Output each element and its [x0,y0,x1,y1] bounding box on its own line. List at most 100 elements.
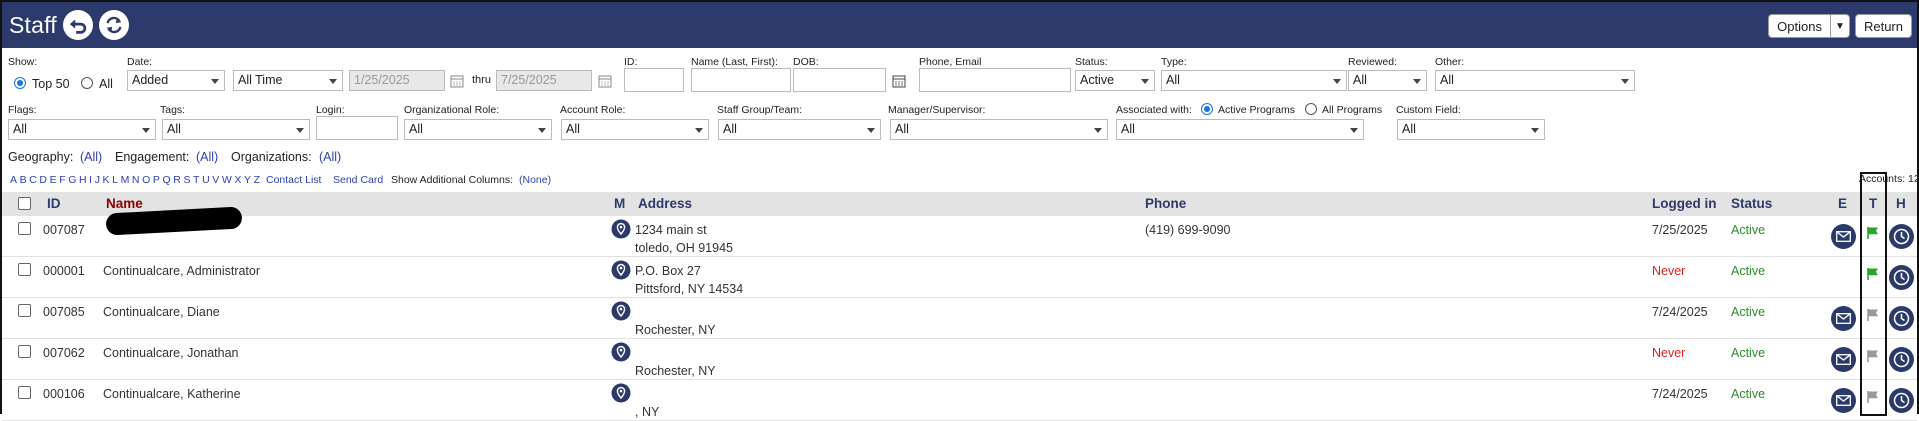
alpha-link[interactable]: W [222,174,232,186]
map-pin-icon[interactable] [611,301,631,321]
table-row[interactable]: 007085 Continualcare, Diane Rochester, N… [2,298,1917,339]
back-button[interactable] [62,10,93,40]
col-address[interactable]: Address [638,196,692,211]
date-range-select[interactable]: All Time [233,70,343,91]
row-checkbox[interactable] [18,304,31,317]
select-all-checkbox[interactable] [18,197,31,210]
engagement-link[interactable]: (All) [196,150,218,164]
phone-email-input[interactable] [919,68,1071,92]
history-clock-icon[interactable] [1889,265,1914,290]
reviewed-select[interactable]: All [1348,70,1427,91]
alpha-link[interactable]: J [95,174,100,186]
history-clock-icon[interactable] [1889,388,1914,413]
active-programs-radio[interactable] [1201,103,1213,115]
send-card-link[interactable]: Send Card [333,174,383,186]
alpha-link[interactable]: K [103,174,110,186]
email-icon[interactable] [1831,224,1856,249]
top50-radio[interactable] [14,77,26,89]
contact-list-link[interactable]: Contact List [266,174,321,186]
tags-select[interactable]: All [162,119,310,140]
other-select[interactable]: All [1435,70,1635,91]
all-radio[interactable] [81,77,93,89]
alpha-link[interactable]: P [153,174,160,186]
email-icon[interactable] [1831,347,1856,372]
col-phone[interactable]: Phone [1145,196,1186,211]
alpha-link[interactable]: Q [162,174,170,186]
history-clock-icon[interactable] [1889,224,1914,249]
refresh-button[interactable] [98,10,129,40]
map-pin-icon[interactable] [611,219,631,239]
manager-select[interactable]: All [890,119,1108,140]
alpha-link[interactable]: Z [254,174,260,186]
flags-select[interactable]: All [8,119,156,140]
row-checkbox[interactable] [18,386,31,399]
account-role-select[interactable]: All [561,119,709,140]
options-button[interactable]: Options [1769,15,1831,37]
all-programs-radio[interactable] [1305,103,1317,115]
alpha-link[interactable]: F [59,174,65,186]
alpha-link[interactable]: Y [244,174,251,186]
calendar-icon[interactable] [450,74,464,88]
geography-link[interactable]: (All) [80,150,102,164]
alpha-link[interactable]: G [68,174,76,186]
row-checkbox[interactable] [18,263,31,276]
table-row[interactable]: 000001 Continualcare, Administrator P.O.… [2,257,1917,298]
alpha-link[interactable]: B [20,174,27,186]
alpha-link[interactable]: M [121,174,130,186]
custom-field-select[interactable]: All [1397,119,1545,140]
alpha-link[interactable]: E [50,174,57,186]
alpha-link[interactable]: I [89,174,92,186]
col-status[interactable]: Status [1731,196,1772,211]
row-name[interactable]: Continualcare, Katherine [103,387,241,401]
calendar-icon[interactable] [598,74,612,88]
date-type-select[interactable]: Added [127,70,225,91]
history-clock-icon[interactable] [1889,306,1914,331]
caret-down-icon[interactable]: ▼ [1831,15,1849,37]
alpha-link[interactable]: D [39,174,47,186]
alpha-link[interactable]: L [112,174,118,186]
additional-columns-link[interactable]: (None) [519,174,551,186]
staff-group-select[interactable]: All [718,119,881,140]
row-checkbox[interactable] [18,222,31,235]
name-input[interactable] [691,68,791,92]
alpha-link[interactable]: H [79,174,87,186]
org-role-select[interactable]: All [404,119,552,140]
table-row[interactable]: 000106 Continualcare, Katherine , NY 7/2… [2,380,1917,421]
table-row[interactable]: 007062 Continualcare, Jonathan Rochester… [2,339,1917,380]
calendar-icon[interactable] [892,74,906,88]
row-name[interactable]: Continualcare, Jonathan [103,346,239,360]
alpha-link[interactable]: T [193,174,199,186]
table-row[interactable]: 007087 1234 main st toledo, OH 91945 (41… [2,216,1917,257]
col-logged-in[interactable]: Logged in [1652,196,1717,211]
row-name[interactable]: Continualcare, Diane [103,305,220,319]
alpha-link[interactable]: A [10,174,17,186]
email-icon[interactable] [1831,306,1856,331]
alpha-link[interactable]: R [173,174,181,186]
map-pin-icon[interactable] [611,260,631,280]
associated-select[interactable]: All [1116,119,1364,140]
type-select[interactable]: All [1161,70,1347,91]
organizations-link[interactable]: (All) [319,150,341,164]
history-clock-icon[interactable] [1889,347,1914,372]
date-to-input[interactable]: 7/25/2025 [496,70,592,91]
col-id[interactable]: ID [47,196,61,211]
alpha-link[interactable]: C [29,174,37,186]
alpha-link[interactable]: O [142,174,150,186]
email-icon[interactable] [1831,388,1856,413]
alpha-link[interactable]: S [183,174,190,186]
col-name[interactable]: Name [106,196,143,211]
map-pin-icon[interactable] [611,342,631,362]
alpha-link[interactable]: X [234,174,241,186]
alpha-link[interactable]: V [212,174,219,186]
alpha-link[interactable]: N [132,174,140,186]
options-dropdown[interactable]: Options ▼ [1768,14,1850,38]
map-pin-icon[interactable] [611,383,631,403]
row-checkbox[interactable] [18,345,31,358]
dob-input[interactable] [793,68,886,92]
alpha-link[interactable]: U [202,174,210,186]
status-select[interactable]: Active [1075,70,1155,91]
login-input[interactable] [316,116,398,140]
return-button[interactable]: Return [1854,14,1912,38]
row-name[interactable]: Continualcare, Administrator [103,264,260,278]
date-from-input[interactable]: 1/25/2025 [349,70,445,91]
